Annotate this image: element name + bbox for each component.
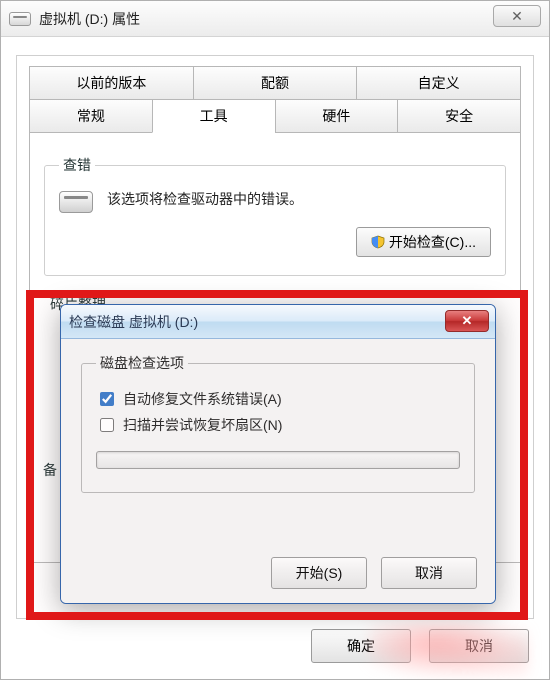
progress-bar xyxy=(96,451,460,469)
dialog-close-button[interactable]: ✕ xyxy=(445,310,489,332)
option-scan-recover[interactable]: 扫描并尝试恢复坏扇区(N) xyxy=(96,415,460,435)
cancel-label: 取消 xyxy=(465,636,493,656)
titlebar[interactable]: 虚拟机 (D:) 属性 ✕ xyxy=(1,1,549,37)
tab-hardware[interactable]: 硬件 xyxy=(275,100,398,133)
disk-check-options-legend: 磁盘检查选项 xyxy=(96,353,188,373)
tab-security[interactable]: 安全 xyxy=(397,100,521,133)
tab-row-upper: 以前的版本 配额 自定义 xyxy=(29,66,521,100)
ok-button[interactable]: 确定 xyxy=(311,629,411,663)
option-auto-fix-label: 自动修复文件系统错误(A) xyxy=(123,389,282,409)
dialog-start-label: 开始(S) xyxy=(296,563,343,583)
tab-general[interactable]: 常规 xyxy=(29,100,152,133)
close-button[interactable]: ✕ xyxy=(493,5,541,27)
option-scan-recover-label: 扫描并尝试恢复坏扇区(N) xyxy=(123,415,282,435)
close-icon: ✕ xyxy=(511,8,523,25)
dialog-footer: 开始(S) 取消 xyxy=(271,557,477,589)
checkbox-auto-fix[interactable] xyxy=(100,392,114,406)
tab-strip: 以前的版本 配额 自定义 常规 工具 硬件 安全 xyxy=(29,66,521,133)
backup-legend-stub: 备 xyxy=(43,460,57,480)
tab-row-lower: 常规 工具 硬件 安全 xyxy=(29,100,521,133)
error-checking-row: 该选项将检查驱动器中的错误。 xyxy=(59,189,491,213)
dialog-cancel-label: 取消 xyxy=(415,563,443,583)
drive-icon xyxy=(9,12,31,26)
tab-customize[interactable]: 自定义 xyxy=(356,66,521,100)
error-checking-button-row: 开始检查(C)... xyxy=(59,227,491,257)
tab-quota[interactable]: 配额 xyxy=(193,66,357,100)
option-auto-fix[interactable]: 自动修复文件系统错误(A) xyxy=(96,389,460,409)
dialog-cancel-button[interactable]: 取消 xyxy=(381,557,477,589)
dialog-body: 磁盘检查选项 自动修复文件系统错误(A) 扫描并尝试恢复坏扇区(N) 开始(S)… xyxy=(61,339,495,603)
window-title: 虚拟机 (D:) 属性 xyxy=(39,9,140,29)
start-check-label: 开始检查(C)... xyxy=(389,232,476,252)
check-disk-dialog: 检查磁盘 虚拟机 (D:) ✕ 磁盘检查选项 自动修复文件系统错误(A) 扫描并… xyxy=(60,304,496,604)
dialog-titlebar[interactable]: 检查磁盘 虚拟机 (D:) ✕ xyxy=(61,305,495,339)
error-checking-group: 查错 该选项将检查驱动器中的错误。 开始检查(C)... xyxy=(44,155,506,276)
properties-footer: 确定 取消 xyxy=(311,629,529,663)
tab-tools[interactable]: 工具 xyxy=(152,100,275,133)
error-checking-text: 该选项将检查驱动器中的错误。 xyxy=(107,189,303,209)
drive-icon xyxy=(59,191,93,213)
disk-check-options-group: 磁盘检查选项 自动修复文件系统错误(A) 扫描并尝试恢复坏扇区(N) xyxy=(81,353,475,493)
start-check-button[interactable]: 开始检查(C)... xyxy=(356,227,491,257)
cancel-button[interactable]: 取消 xyxy=(429,629,529,663)
shield-icon xyxy=(371,235,385,249)
dialog-start-button[interactable]: 开始(S) xyxy=(271,557,367,589)
ok-label: 确定 xyxy=(347,636,375,656)
close-icon: ✕ xyxy=(462,313,473,329)
checkbox-scan-recover[interactable] xyxy=(100,418,114,432)
tab-previous-versions[interactable]: 以前的版本 xyxy=(29,66,193,100)
error-checking-legend: 查错 xyxy=(59,155,95,175)
dialog-title: 检查磁盘 虚拟机 (D:) xyxy=(69,312,198,332)
